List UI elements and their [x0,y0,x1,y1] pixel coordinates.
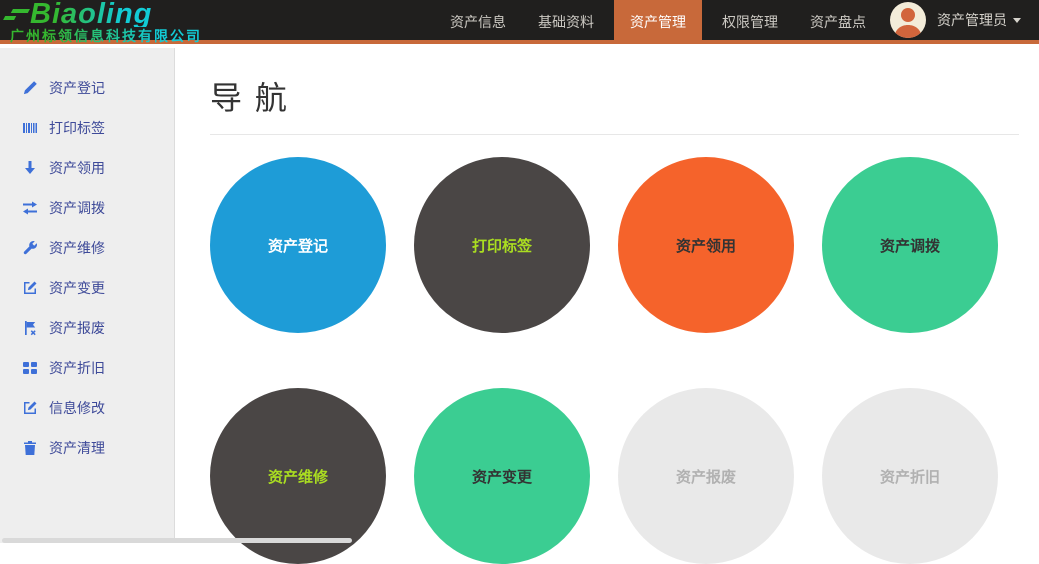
nav-circle-asset-depreciation[interactable]: 资产折旧 [822,388,998,564]
edit-square-icon [22,280,38,296]
sidebar-item-asset-transfer[interactable]: 资产调拨 [0,188,174,228]
pencil-icon [22,80,38,96]
nav-circle-asset-scrap[interactable]: 资产报废 [618,388,794,564]
logo-title: Biaoling [30,1,152,27]
sidebar-item-asset-register[interactable]: 资产登记 [0,68,174,108]
sidebar: 资产登记 打印标签 资产领用 资产调拨 资产维修 资产变更 资产报废 资产折旧 … [0,48,175,543]
logo-subtitle: 广州标领信息科技有限公司 [10,28,202,44]
nav-circle-asset-change[interactable]: 资产变更 [414,388,590,564]
sidebar-item-label: 资产领用 [49,158,105,178]
sidebar-item-asset-repair[interactable]: 资产维修 [0,228,174,268]
top-navbar: Biaoling 广州标领信息科技有限公司 资产信息 基础资料 资产管理 权限管… [0,0,1039,44]
sidebar-item-label: 资产报废 [49,318,105,338]
user-menu[interactable]: 资产管理员 [890,0,1021,40]
logo: Biaoling 广州标领信息科技有限公司 [0,0,202,40]
sidebar-item-label: 资产维修 [49,238,105,258]
main-content: 导 航 资产登记 打印标签 资产领用 资产调拨 资产维修 资产变更 资产报废 资… [176,48,1039,543]
nav-circle-asset-receive[interactable]: 资产领用 [618,157,794,333]
nav-tab-asset-inventory[interactable]: 资产盘点 [798,0,878,40]
sidebar-item-label: 资产调拨 [49,198,105,218]
arrow-down-icon [22,160,38,176]
sidebar-item-label: 资产变更 [49,278,105,298]
sidebar-item-asset-change[interactable]: 资产变更 [0,268,174,308]
sidebar-item-print-label[interactable]: 打印标签 [0,108,174,148]
nav-tab-permission-management[interactable]: 权限管理 [710,0,790,40]
sidebar-item-asset-clean[interactable]: 资产清理 [0,428,174,468]
sidebar-item-label: 资产登记 [49,78,105,98]
sidebar-item-asset-depreciation[interactable]: 资产折旧 [0,348,174,388]
nav-circle-grid: 资产登记 打印标签 资产领用 资产调拨 资产维修 资产变更 资产报废 资产折旧 [210,157,1019,564]
nav-circle-print-label[interactable]: 打印标签 [414,157,590,333]
sidebar-item-label: 资产清理 [49,438,105,458]
sidebar-item-label: 打印标签 [49,118,105,138]
logo-bars-icon [7,9,30,20]
horizontal-scrollbar-thumb[interactable] [2,538,352,543]
navbar-menu: 资产信息 基础资料 资产管理 权限管理 资产盘点 资产管理员 [434,0,1039,40]
edit-square-icon [22,400,38,416]
sidebar-item-label: 资产折旧 [49,358,105,378]
title-divider [210,134,1019,135]
sidebar-item-label: 信息修改 [49,398,105,418]
wrench-icon [22,240,38,256]
trash-icon [22,440,38,456]
nav-circle-asset-transfer[interactable]: 资产调拨 [822,157,998,333]
chevron-down-icon [1013,18,1021,23]
flag-x-icon [22,320,38,336]
nav-tab-base-data[interactable]: 基础资料 [526,0,606,40]
user-avatar-icon[interactable] [890,2,926,38]
user-name: 资产管理员 [937,10,1007,30]
nav-tab-asset-info[interactable]: 资产信息 [438,0,518,40]
barcode-icon [22,120,38,136]
blocks-icon [22,360,38,376]
nav-tab-asset-management[interactable]: 资产管理 [614,0,702,40]
sidebar-item-asset-receive[interactable]: 资产领用 [0,148,174,188]
nav-circle-asset-register[interactable]: 资产登记 [210,157,386,333]
page-title: 导 航 [210,73,1019,119]
sidebar-item-asset-scrap[interactable]: 资产报废 [0,308,174,348]
exchange-arrows-icon [22,200,38,216]
sidebar-item-info-modify[interactable]: 信息修改 [0,388,174,428]
